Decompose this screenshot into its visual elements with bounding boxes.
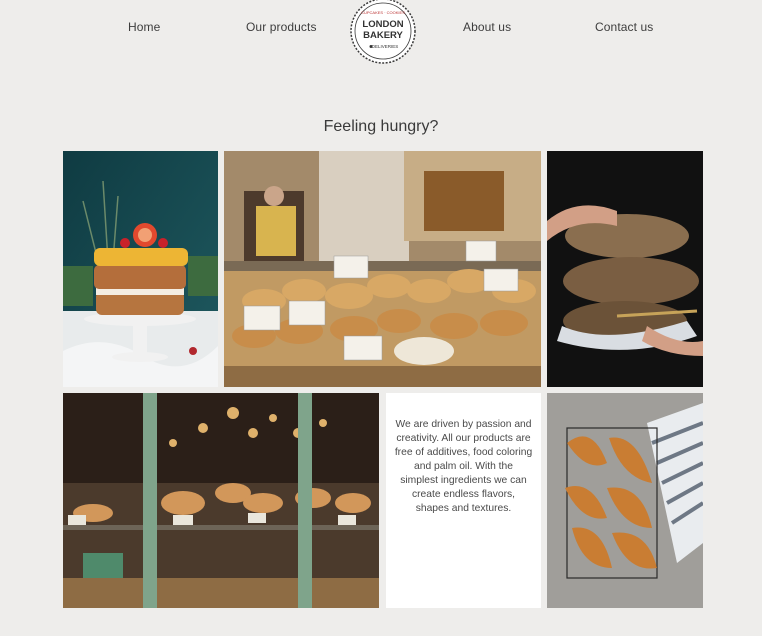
logo-line2: BAKERY <box>363 30 403 41</box>
gallery-bread-stall-image[interactable] <box>224 151 541 387</box>
nav-products-link[interactable]: Our products <box>246 20 317 34</box>
about-text: We are driven by passion and creativity.… <box>394 419 533 514</box>
london-bakery-logo[interactable]: CUPCAKES · COOKIES LONDON BAKERY DELIVER… <box>349 0 417 64</box>
about-text-card: We are driven by passion and creativity.… <box>386 393 541 608</box>
nav-home-link[interactable]: Home <box>128 20 160 34</box>
gallery-croissants-image[interactable] <box>547 393 703 608</box>
page-headline: Feeling hungry? <box>323 118 439 135</box>
gallery-cake-image[interactable] <box>63 151 218 387</box>
logo-arc-bottom: DELIVERIES <box>372 44 399 49</box>
logo-line1: LONDON <box>362 19 403 30</box>
logo-arc-top: CUPCAKES · COOKIES <box>361 10 405 15</box>
gallery-bread-loaves-image[interactable] <box>547 151 703 387</box>
gallery-bakery-window-image[interactable] <box>63 393 379 608</box>
nav-about-link[interactable]: About us <box>463 20 511 34</box>
nav-contact-link[interactable]: Contact us <box>595 20 653 34</box>
